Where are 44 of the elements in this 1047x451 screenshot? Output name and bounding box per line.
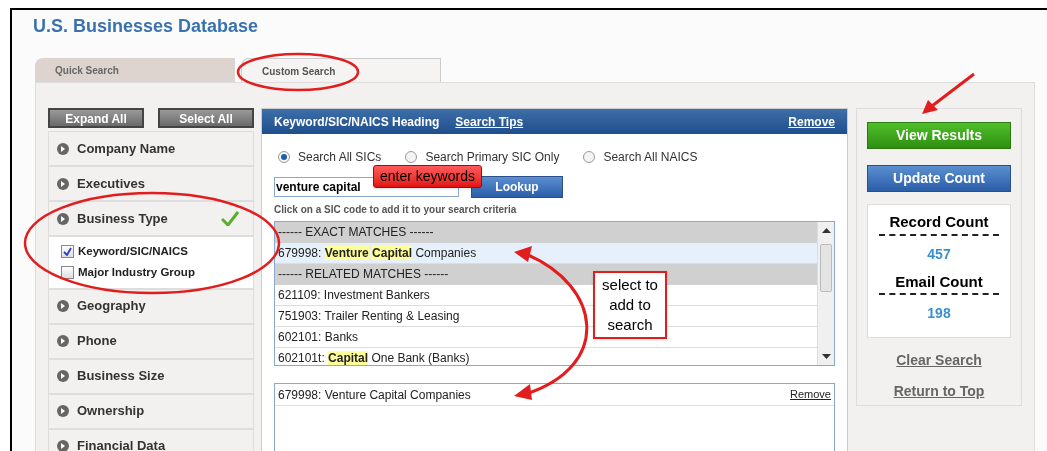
selected-code: 679998: Venture Capital Companies [278,386,471,404]
remove-link[interactable]: Remove [790,386,831,403]
tab[interactable]: Quick Search [35,58,235,83]
count-label: Email Count [879,270,999,295]
text-link[interactable]: Return to Top [893,381,985,402]
update-count-button[interactable]: Update Count [867,165,1011,192]
accordion-item[interactable]: Company Name [48,131,254,166]
option-label: Keyword/SIC/NAICS [78,244,188,259]
accordion-item[interactable]: Financial Data [48,428,254,451]
hint-text: Click on a SIC code to add it to your search criteria [273,203,518,217]
checkbox[interactable] [61,266,74,280]
accordion-item[interactable]: Executives [48,166,254,201]
panel-button[interactable]: Expand All [48,108,144,128]
panel-button[interactable]: Select All [158,108,254,128]
search-tips-link[interactable]: Search Tips [455,112,524,131]
scroll-up-icon[interactable] [822,228,831,233]
annotation-note: select to add to search [593,271,667,339]
group-header: ------ EXACT MATCHES ------ [275,222,817,243]
scroll-thumb[interactable] [820,244,832,292]
checkbox[interactable] [61,245,74,259]
panel-heading: Keyword/SIC/NAICS Heading [274,113,440,131]
accordion-item[interactable]: Geography [48,288,254,324]
accordion-item[interactable]: Business Type [48,201,254,236]
radio-label: Search All NAICS [603,149,698,166]
scrollbar[interactable] [817,222,834,365]
accordion-item[interactable]: Business Size [48,358,254,394]
count-label: Record Count [879,211,999,236]
count-value: 457 [927,244,951,264]
pointer-arrow [920,72,976,116]
radio-label: Search All SICs [298,149,382,166]
accordion-item[interactable]: Phone [48,323,254,359]
scroll-down-icon[interactable] [822,354,831,359]
radio-label: Search Primary SIC Only [425,149,560,166]
radio-button[interactable] [278,151,290,163]
text-link[interactable]: Clear Search [896,350,982,371]
result-item[interactable]: 679998: Venture Capital Companies [275,243,817,264]
annotation-tooltip: enter keywords [373,165,482,188]
option-label: Major Industry Group [78,265,195,281]
count-value: 198 [927,304,951,323]
radio-button[interactable] [583,151,596,163]
remove-link[interactable]: Remove [788,112,835,131]
accordion-item[interactable]: Ownership [48,393,254,429]
page-title: U.S. Businesses Database [33,15,259,38]
radio-button[interactable] [405,151,418,163]
